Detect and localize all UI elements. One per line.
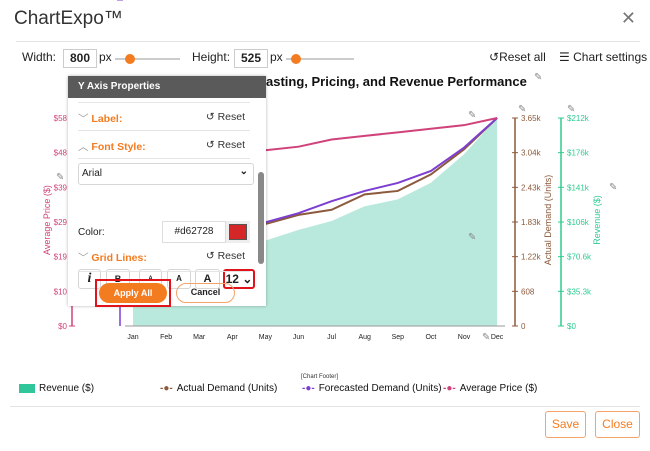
legend-label: Actual Demand (Units) [176,383,278,394]
edit-pencil-icon: ✎ [534,72,542,83]
reset-label-button[interactable]: ↺ Reset [206,111,245,123]
close-button[interactable]: Close [595,411,640,438]
x-tick-label: Apr [227,334,239,341]
font-style-section-title: Font Style: [91,141,146,153]
price-tick-label: $29 [54,218,68,227]
demand-tick-label: 3.04k [521,149,542,158]
chart-title[interactable]: asting, Pricing, and Revenue Performance [266,74,527,89]
demand-tick-label: 1.83k [521,218,542,227]
x-tick-label: Jun [293,334,304,341]
edit-pencil-icon: ✎ [468,110,476,121]
demand-tick-label: 2.43k [521,183,542,192]
edit-pencil-icon: ✎ [518,104,526,115]
color-swatch[interactable] [226,221,250,243]
divider [10,406,640,407]
revenue-tick-label: $106k [567,218,590,227]
price-tick-label: $0 [58,322,67,331]
price-tick-label: $58 [54,114,68,123]
legend-average-price[interactable]: -●- Average Price ($) [443,383,537,394]
label-section-title: Label: [91,113,123,125]
edit-pencil-icon: ✎ [468,232,476,243]
demand-tick-label: 0 [521,322,526,331]
demand-tick-label: 1.22k [521,253,542,262]
panel-title: Y Axis Properties [68,76,266,98]
revenue-axis-title: Revenue ($) [592,195,602,245]
x-tick-label: Dec [491,334,504,341]
area-swatch-icon [19,384,35,393]
y-axis-properties-panel: Y Axis Properties ﹀ Label: ↺ Reset ︿ Font… [68,76,266,307]
x-tick-label: Jan [127,334,138,341]
price-tick-label: $39 [54,183,68,192]
price-tick-label: $10 [54,287,68,296]
price-axis-title: Average Price ($) [42,185,52,255]
chevron-down-icon: ﹀ [78,113,89,125]
x-tick-label: Feb [160,334,172,341]
legend-label: Average Price ($) [459,383,538,394]
edit-pencil-icon: ✎ [567,104,575,115]
forecast-tick-label: 0 [110,0,115,2]
line-swatch-icon: -●- [302,383,315,394]
revenue-tick-label: $141k [567,183,590,192]
color-input[interactable]: #d62728 [162,221,226,243]
reset-font-style-button[interactable]: ↺ Reset [206,139,245,151]
legend-label: Revenue ($) [39,383,95,394]
x-tick-label: Aug [358,334,371,341]
line-swatch-icon: -●- [160,383,173,394]
cancel-button[interactable]: Cancel [176,283,235,303]
edit-pencil-icon: ✎ [609,182,617,193]
label-section-toggle[interactable]: ﹀ Label: ↺ Reset [78,111,253,126]
edit-pencil-icon: ✎ [482,332,490,343]
x-tick-label: Jul [327,334,336,341]
chevron-down-icon: ⌄ [239,166,248,177]
revenue-tick-label: $35.3k [567,287,592,296]
x-tick-label: Sep [392,334,405,341]
grid-lines-section-title: Grid Lines: [91,252,147,264]
color-label: Color: [78,227,105,238]
revenue-tick-label: $176k [567,149,590,158]
price-tick-label: $48 [54,149,68,158]
legend-forecasted-demand[interactable]: -●- Forecasted Demand (Units) [302,383,442,394]
save-button[interactable]: Save [545,411,586,438]
price-tick-label: $19 [54,253,68,262]
x-tick-label: Mar [193,334,206,341]
revenue-tick-label: $212k [567,114,590,123]
panel-scrollbar[interactable] [258,102,264,272]
legend-label: Forecasted Demand (Units) [318,383,442,394]
line-swatch-icon: -●- [443,383,456,394]
revenue-tick-label: $0 [567,322,576,331]
font-style-section-toggle[interactable]: ︿ Font Style: ↺ Reset [78,139,253,154]
legend-revenue[interactable]: Revenue ($) [19,383,94,394]
chevron-up-icon: ︿ [78,141,89,153]
revenue-tick-label: $70.6k [567,253,592,262]
legend-actual-demand[interactable]: -●- Actual Demand (Units) [160,383,277,394]
chevron-down-icon: ﹀ [78,252,89,264]
demand-tick-label: 3.65k [521,114,542,123]
apply-all-button[interactable]: Apply All [99,283,167,303]
edit-pencil-icon: ✎ [56,172,64,183]
x-tick-label: Oct [425,334,436,341]
x-tick-label: Nov [458,334,471,341]
font-family-select[interactable]: Arial ⌄ [78,163,254,185]
reset-grid-lines-button[interactable]: ↺ Reset [206,250,245,262]
grid-lines-section-toggle[interactable]: ﹀ Grid Lines: ↺ Reset [78,250,253,265]
demand-axis-title: Actual Demand (Units) [543,175,553,266]
x-tick-label: May [259,334,273,341]
chevron-down-icon: ⌄ [242,272,253,286]
demand-tick-label: 608 [521,287,535,296]
chart-footer[interactable]: [Chart Footer] [301,374,338,380]
